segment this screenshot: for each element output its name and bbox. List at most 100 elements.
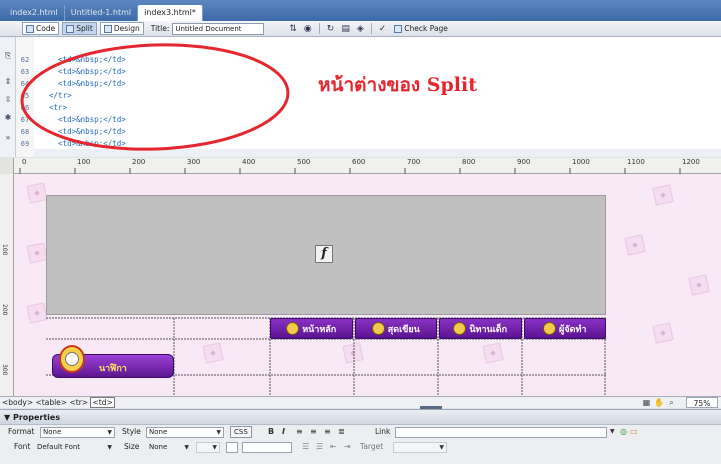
- line-number-gutter: 62 63 64 65 66 67 68 69: [16, 37, 34, 157]
- code-line: <td>&nbsp;</td>: [40, 127, 126, 136]
- unordered-list-icon[interactable]: ☰: [302, 440, 309, 454]
- ruler-label: 300: [187, 158, 201, 166]
- visual-aids-icon[interactable]: ◈: [357, 24, 364, 34]
- background-gift-icon: ◆: [624, 234, 646, 256]
- tag-tr[interactable]: <tr>: [69, 398, 88, 407]
- ruler-label: 400: [242, 158, 256, 166]
- ruler-label: 1100: [627, 158, 645, 166]
- ordered-list-icon[interactable]: ☰: [316, 440, 323, 454]
- check-page-button[interactable]: Check Page: [391, 22, 451, 35]
- link-label: Link: [375, 427, 391, 436]
- zoom-level[interactable]: 75%: [686, 397, 718, 408]
- style-label: Style: [122, 427, 141, 436]
- text-color-swatch[interactable]: [226, 442, 238, 453]
- code-line: <td>&nbsp;</td>: [40, 115, 126, 124]
- ruler-label: 600: [352, 158, 366, 166]
- italic-button[interactable]: I: [282, 425, 285, 439]
- horizontal-ruler[interactable]: 0 100 200 300 400 500 600 700 800 900 10…: [0, 158, 721, 174]
- properties-panel: Format None ▼ Style None ▼ CSS B I ≡ ≡ ≡ ≣…: [0, 425, 721, 464]
- open-documents-icon[interactable]: ⎘: [4, 51, 12, 61]
- tab-index3[interactable]: index3.html*: [138, 5, 203, 21]
- properties-row-1: Format None ▼ Style None ▼ CSS B I ≡ ≡ ≡ ≣…: [0, 425, 721, 439]
- vertical-ruler[interactable]: 100 200 300: [0, 174, 14, 396]
- link-dropdown-arrow[interactable]: ▼: [610, 425, 615, 439]
- bold-button[interactable]: B: [268, 425, 274, 439]
- format-label: Format: [8, 427, 35, 436]
- home-icon: [286, 322, 300, 335]
- ruler-label: 700: [407, 158, 421, 166]
- tag-table[interactable]: <table>: [36, 398, 68, 407]
- background-gift-icon: ◆: [652, 322, 674, 344]
- size-unit-select[interactable]: ▼: [196, 442, 220, 453]
- ruler-label: 500: [297, 158, 311, 166]
- style-select[interactable]: None ▼: [146, 427, 224, 438]
- file-management-icon[interactable]: ⇅: [289, 24, 297, 34]
- nav-button-authors[interactable]: ผู้จัดทำ: [523, 318, 606, 339]
- font-select[interactable]: Default Font ▼: [34, 442, 115, 453]
- target-select[interactable]: ▼: [393, 442, 447, 453]
- css-button[interactable]: CSS: [230, 426, 252, 438]
- nav-button-home[interactable]: หน้าหลัก: [270, 318, 353, 339]
- select-parent-tag-icon[interactable]: ✱: [4, 113, 12, 122]
- hand-tool-icon[interactable]: ✋: [654, 398, 664, 407]
- collapse-tag-icon[interactable]: ⇕: [4, 77, 12, 86]
- align-center-icon[interactable]: ≡: [310, 425, 317, 439]
- style-value: None: [149, 428, 168, 436]
- tab-untitled-1[interactable]: Untitled-1.html: [65, 5, 139, 21]
- ruler-label: 900: [517, 158, 531, 166]
- clock-button[interactable]: นาฬิกา: [52, 345, 174, 378]
- design-view-button[interactable]: Design: [99, 22, 144, 35]
- view-options-icon[interactable]: ▤: [341, 24, 350, 34]
- properties-panel-header[interactable]: ▼ Properties: [0, 409, 721, 425]
- ruler-label: 800: [462, 158, 476, 166]
- format-select[interactable]: None ▼: [40, 427, 115, 438]
- size-value: None: [149, 443, 168, 451]
- zoom-tool-icon[interactable]: ⌕: [667, 398, 676, 407]
- document-toolbar: Code Split Design Title: Untitled Docume…: [0, 21, 721, 37]
- refresh-icon[interactable]: ↻: [327, 24, 335, 34]
- design-view-canvas[interactable]: ◆ ◆ ◆ ◆ ◆ ◆ ◆ ◆ ◆ ◆ f หน้าหลัก สุดเขียน: [14, 174, 721, 396]
- justify-icon[interactable]: ≣: [338, 425, 345, 439]
- tab-index2[interactable]: index2.html: [4, 5, 65, 21]
- ruler-label: 300: [1, 364, 8, 376]
- more-options-icon[interactable]: »: [4, 133, 12, 142]
- title-label: Title:: [150, 24, 170, 33]
- code-view-button[interactable]: Code: [22, 22, 60, 35]
- expand-all-icon[interactable]: ⇳: [4, 95, 12, 104]
- nav-button-label: นิทานเด็ก: [469, 324, 508, 335]
- indent-icon[interactable]: ⇥: [344, 440, 351, 454]
- ruler-label: 0: [22, 158, 27, 166]
- code-line: <td>&nbsp;</td>: [40, 55, 126, 64]
- background-gift-icon: ◆: [26, 302, 48, 324]
- align-right-icon[interactable]: ≡: [324, 425, 331, 439]
- nav-button-label: หน้าหลัก: [302, 324, 337, 335]
- size-label: Size: [124, 442, 140, 451]
- nav-button-coloring[interactable]: สุดเขียน: [354, 318, 437, 339]
- nav-button-stories[interactable]: นิทานเด็ก: [439, 318, 522, 339]
- align-left-icon[interactable]: ≡: [296, 425, 303, 439]
- annotation-label: หน้าต่างของ Split: [318, 74, 477, 96]
- line-number: 68: [20, 128, 30, 136]
- link-input[interactable]: [395, 427, 607, 438]
- design-view-label: Design: [113, 24, 140, 33]
- format-value: None: [43, 428, 62, 436]
- tag-body[interactable]: <body>: [2, 398, 33, 407]
- check-page-icon: [394, 24, 403, 33]
- tag-td[interactable]: <td>: [90, 397, 115, 408]
- outdent-icon[interactable]: ⇤: [330, 440, 337, 454]
- split-view-button[interactable]: Split: [62, 22, 97, 35]
- properties-title: Properties: [12, 413, 61, 422]
- point-to-file-icon[interactable]: ◎: [620, 425, 627, 439]
- ruler-label: 1000: [572, 158, 590, 166]
- document-title-input[interactable]: Untitled Document: [172, 22, 265, 35]
- browse-folder-icon[interactable]: ▭: [630, 425, 638, 439]
- size-select[interactable]: None ▼: [146, 442, 192, 453]
- code-horizontal-scrollbar[interactable]: [34, 149, 721, 157]
- validate-markup-icon[interactable]: ✓: [379, 24, 387, 34]
- select-tool-icon[interactable]: ▦: [642, 398, 651, 407]
- code-line: </tr>: [40, 91, 72, 100]
- preview-browser-icon[interactable]: ◉: [304, 24, 312, 34]
- crayon-icon: [371, 322, 385, 335]
- book-icon: [453, 322, 467, 335]
- text-color-input[interactable]: [242, 442, 292, 453]
